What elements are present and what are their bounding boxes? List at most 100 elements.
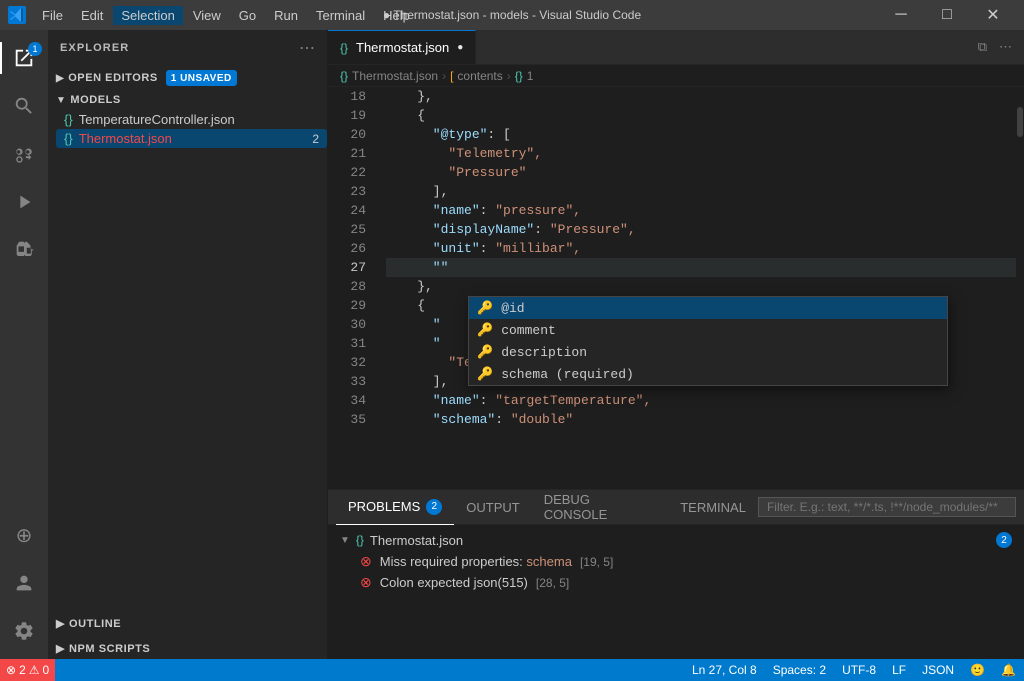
tab-problems[interactable]: PROBLEMS 2 [336, 490, 454, 525]
line-numbers: 18 19 20 21 22 23 24 25 26 27 28 29 30 3… [328, 87, 378, 489]
open-editors-section[interactable]: ▶ OPEN EDITORS 1 UNSAVED [48, 66, 327, 90]
tab-output[interactable]: OUTPUT [454, 490, 531, 525]
menu-terminal[interactable]: Terminal [308, 6, 373, 25]
autocomplete-item-2[interactable]: 🔑 description [469, 341, 947, 363]
feedback-icon: 🙂 [970, 663, 985, 677]
sidebar: EXPLORER ⋯ ▶ OPEN EDITORS 1 UNSAVED ▼ MO… [48, 30, 328, 659]
menu-edit[interactable]: Edit [73, 6, 111, 25]
models-chevron: ▼ [56, 95, 66, 106]
outline-section[interactable]: ▶ OUTLINE [48, 613, 327, 634]
error-group-badge: 2 [996, 532, 1012, 548]
editor-scrollbar[interactable] [1016, 87, 1024, 489]
code-line-34: "name": "targetTemperature", [386, 391, 1016, 410]
file-thermostat[interactable]: {} Thermostat.json 2 [56, 129, 327, 148]
sidebar-title: EXPLORER [60, 42, 129, 54]
error-icon-0: ⊗ [360, 553, 372, 570]
settings-activity-icon[interactable] [0, 607, 48, 655]
more-tab-actions-button[interactable]: ⋯ [995, 35, 1016, 59]
code-line-26: "unit": "millibar", [386, 239, 1016, 258]
notifications-status[interactable]: 🔔 [993, 659, 1024, 681]
ac-key-icon-3: 🔑 [477, 365, 493, 384]
ac-text-3: schema (required) [501, 365, 634, 384]
autocomplete-dropdown[interactable]: 🔑 @id 🔑 comment 🔑 description 🔑 schema (… [468, 296, 948, 386]
tab-thermostat[interactable]: {} Thermostat.json ● [328, 30, 476, 64]
file-temperature-controller[interactable]: {} TemperatureController.json [56, 110, 327, 129]
feedback-icon-status[interactable]: 🙂 [962, 659, 993, 681]
menu-selection[interactable]: Selection [113, 6, 182, 25]
position-status[interactable]: Ln 27, Col 8 [684, 659, 765, 681]
file-name-thermostat: Thermostat.json [79, 131, 172, 146]
encoding-status[interactable]: UTF-8 [834, 659, 884, 681]
error-count-text: 2 [19, 663, 26, 677]
breadcrumb-contents-name: contents [457, 69, 502, 83]
error-group-header[interactable]: ▼ {} Thermostat.json 2 [336, 529, 1016, 551]
code-editor[interactable]: }, { "@type": [ "Telemetry", "Pressure" … [378, 87, 1016, 489]
search-activity-icon[interactable] [0, 82, 48, 130]
menu-file[interactable]: File [34, 6, 71, 25]
autocomplete-item-0[interactable]: 🔑 @id [469, 297, 947, 319]
panel-tabs: PROBLEMS 2 OUTPUT DEBUG CONSOLE TERMINAL [328, 490, 1024, 525]
account-activity-icon[interactable] [0, 559, 48, 607]
breadcrumb-contents-icon: [ [450, 69, 453, 83]
breadcrumb-sep-2: › [507, 69, 511, 83]
spaces-status[interactable]: Spaces: 2 [765, 659, 834, 681]
menu-run[interactable]: Run [266, 6, 306, 25]
outline-chevron: ▶ [56, 617, 65, 630]
panel-filter-input[interactable] [758, 497, 1016, 517]
tab-terminal[interactable]: TERMINAL [668, 490, 758, 525]
line-ending-status[interactable]: LF [884, 659, 914, 681]
autocomplete-item-3[interactable]: 🔑 schema (required) [469, 363, 947, 385]
split-editor-button[interactable]: ⧉ [974, 35, 991, 59]
menu-bar[interactable]: File Edit Selection View Go Run Terminal… [34, 6, 418, 25]
tab-bar: {} Thermostat.json ● ⧉ ⋯ [328, 30, 1024, 65]
models-section[interactable]: ▼ MODELS [48, 90, 327, 110]
extensions-activity-icon[interactable] [0, 226, 48, 274]
error-item-1[interactable]: ⊗ Colon expected json(515) [28, 5] [336, 572, 1016, 593]
error-group-file-icon: {} [356, 533, 364, 547]
minimize-button[interactable]: ─ [878, 0, 924, 30]
output-label: OUTPUT [466, 500, 519, 515]
line-ending-text: LF [892, 663, 906, 677]
open-editors-badge: 1 UNSAVED [166, 70, 237, 86]
source-control-activity-icon[interactable] [0, 130, 48, 178]
autocomplete-item-1[interactable]: 🔑 comment [469, 319, 947, 341]
npm-label: NPM SCRIPTS [69, 643, 150, 655]
breadcrumb-contents[interactable]: [ contents [450, 69, 503, 83]
code-line-24: "name": "pressure", [386, 201, 1016, 220]
code-container[interactable]: 18 19 20 21 22 23 24 25 26 27 28 29 30 3… [328, 87, 1024, 489]
close-button[interactable]: ✕ [970, 0, 1016, 30]
breadcrumb-item[interactable]: {} 1 [515, 69, 534, 83]
explorer-badge: 1 [28, 42, 42, 56]
error-loc-1: [28, 5] [536, 576, 569, 590]
file-name-temperature-controller: TemperatureController.json [79, 112, 235, 127]
npm-scripts-section[interactable]: ▶ NPM SCRIPTS [48, 638, 327, 659]
remote-explorer-activity-icon[interactable]: ⊕ [0, 511, 48, 559]
outline-label: OUTLINE [69, 618, 121, 630]
ac-key-icon-0: 🔑 [477, 299, 493, 318]
breadcrumb-file[interactable]: {} Thermostat.json [340, 69, 438, 83]
menu-view[interactable]: View [185, 6, 229, 25]
explorer-activity-icon[interactable]: 1 [0, 34, 48, 82]
breadcrumb-item-icon: {} [515, 69, 523, 83]
open-editors-chevron: ▶ [56, 73, 64, 84]
sidebar-more-button[interactable]: ⋯ [299, 38, 315, 58]
language-text: JSON [922, 663, 954, 677]
language-status[interactable]: JSON [914, 659, 962, 681]
breadcrumb-file-name: Thermostat.json [352, 69, 438, 83]
menu-go[interactable]: Go [231, 6, 264, 25]
tab-debug-console[interactable]: DEBUG CONSOLE [532, 490, 669, 525]
tab-icon: {} [340, 41, 348, 55]
error-count-status[interactable]: ⊗ 2 ⚠ 0 [0, 659, 55, 681]
position-text: Ln 27, Col 8 [692, 663, 757, 677]
spaces-text: Spaces: 2 [773, 663, 826, 677]
ac-key-icon-1: 🔑 [477, 321, 493, 340]
code-line-21: "Telemetry", [386, 144, 1016, 163]
maximize-button[interactable]: □ [924, 0, 970, 30]
error-group-chevron: ▼ [340, 535, 350, 546]
main-area: 1 ⊕ [0, 30, 1024, 659]
error-item-0[interactable]: ⊗ Miss required properties: schema [19, … [336, 551, 1016, 572]
run-activity-icon[interactable] [0, 178, 48, 226]
error-group-filename: Thermostat.json [370, 533, 463, 548]
thermostat-error-badge: 2 [312, 132, 319, 146]
encoding-text: UTF-8 [842, 663, 876, 677]
